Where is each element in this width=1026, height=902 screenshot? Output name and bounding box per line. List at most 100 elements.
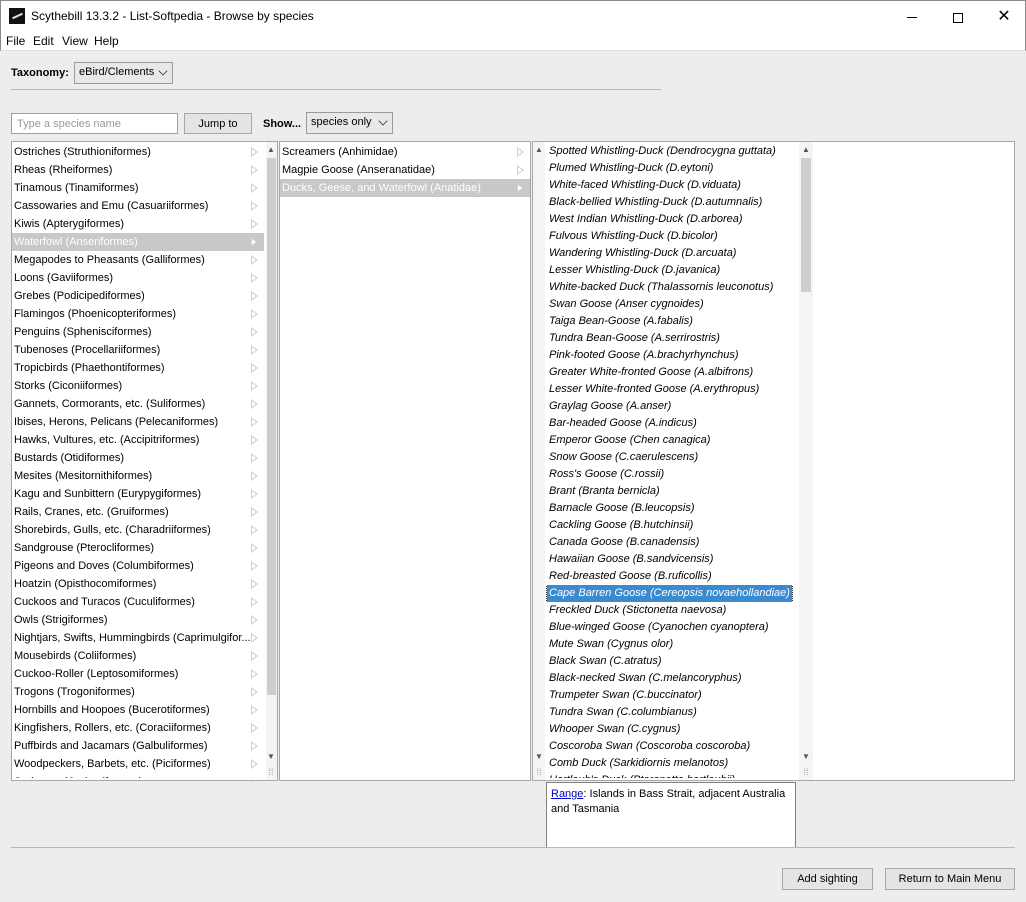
scroll-up-icon[interactable]: ▲ <box>801 145 811 155</box>
species-list-item[interactable]: Blue-winged Goose (Cyanochen cyanoptera) <box>546 619 798 636</box>
order-list-item[interactable]: Flamingos (Phoenicopteriformes) <box>12 305 264 323</box>
species-list-item[interactable]: Red-breasted Goose (B.ruficollis) <box>546 568 798 585</box>
return-main-menu-button[interactable]: Return to Main Menu <box>885 868 1015 890</box>
order-list-item[interactable]: Shorebirds, Gulls, etc. (Charadriiformes… <box>12 521 264 539</box>
close-button[interactable]: ✕ <box>981 1 1026 32</box>
scroll-up-icon[interactable]: ▲ <box>534 145 544 155</box>
family-list-item[interactable]: Ducks, Geese, and Waterfowl (Anatidae) <box>280 179 530 197</box>
add-sighting-button[interactable]: Add sighting <box>782 868 873 890</box>
scroll-down-icon[interactable]: ▼ <box>266 752 276 762</box>
order-list-item[interactable]: Sandgrouse (Pterocliformes) <box>12 539 264 557</box>
orders-list[interactable]: Ostriches (Struthioniformes) Rheas (Rheif… <box>12 142 264 778</box>
species-list-item[interactable]: Snow Goose (C.caerulescens) <box>546 449 798 466</box>
species-list-item[interactable]: Cape Barren Goose (Cereopsis novaehollan… <box>546 585 798 602</box>
species-list-item[interactable]: Fulvous Whistling-Duck (D.bicolor) <box>546 228 798 245</box>
species-list-item[interactable]: Taiga Bean-Goose (A.fabalis) <box>546 313 798 330</box>
maximize-button[interactable] <box>935 1 981 32</box>
species-scroll-thumb[interactable] <box>801 158 811 292</box>
order-list-item[interactable]: Gannets, Cormorants, etc. (Suliformes) <box>12 395 264 413</box>
species-list-item[interactable]: Black-bellied Whistling-Duck (D.autumnal… <box>546 194 798 211</box>
species-list-item[interactable]: Hawaiian Goose (B.sandvicensis) <box>546 551 798 568</box>
species-search-input[interactable] <box>11 113 178 134</box>
scroll-up-icon[interactable]: ▲ <box>266 145 276 155</box>
species-list-item[interactable]: Comb Duck (Sarkidiornis melanotos) <box>546 755 798 772</box>
jump-to-button[interactable]: Jump to <box>184 113 252 134</box>
order-list-item[interactable]: Penguins (Sphenisciformes) <box>12 323 264 341</box>
order-list-item[interactable]: Kingfishers, Rollers, etc. (Coraciiforme… <box>12 719 264 737</box>
order-list-item[interactable]: Hornbills and Hoopoes (Bucerotiformes) <box>12 701 264 719</box>
order-list-item[interactable]: Seriemas (Cariamiformes) <box>12 773 264 778</box>
species-list-item[interactable]: Ross's Goose (C.rossii) <box>546 466 798 483</box>
species-list-item[interactable]: Bar-headed Goose (A.indicus) <box>546 415 798 432</box>
species-list-item[interactable]: Black-necked Swan (C.melancoryphus) <box>546 670 798 687</box>
order-list-item[interactable]: Ibises, Herons, Pelicans (Pelecaniformes… <box>12 413 264 431</box>
order-list-item[interactable]: Tropicbirds (Phaethontiformes) <box>12 359 264 377</box>
species-list-item[interactable]: West Indian Whistling-Duck (D.arborea) <box>546 211 798 228</box>
order-list-item[interactable]: Bustards (Otidiformes) <box>12 449 264 467</box>
species-list[interactable]: Spotted Whistling-Duck (Dendrocygna gutt… <box>546 142 798 778</box>
species-list-item[interactable]: Hartlaub's Duck (Pteronetta hartlaubii) <box>546 772 798 778</box>
order-list-item[interactable]: Cuckoo-Roller (Leptosomiformes) <box>12 665 264 683</box>
orders-scroll-thumb[interactable] <box>267 158 276 695</box>
species-list-item[interactable]: Brant (Branta bernicla) <box>546 483 798 500</box>
species-left-scrollbar[interactable]: ▲ ▼ ⁞⁞ <box>533 142 545 780</box>
species-list-item[interactable]: Whooper Swan (C.cygnus) <box>546 721 798 738</box>
taxonomy-select[interactable]: eBird/Clements <box>74 62 173 84</box>
order-list-item[interactable]: Mesites (Mesitornithiformes) <box>12 467 264 485</box>
species-list-item[interactable]: Lesser Whistling-Duck (D.javanica) <box>546 262 798 279</box>
families-list[interactable]: Screamers (Anhimidae) Magpie Goose (Anser… <box>280 142 530 778</box>
order-list-item[interactable]: Nightjars, Swifts, Hummingbirds (Caprimu… <box>12 629 264 647</box>
species-list-item[interactable]: Canada Goose (B.canadensis) <box>546 534 798 551</box>
order-list-item[interactable]: Hoatzin (Opisthocomiformes) <box>12 575 264 593</box>
range-link[interactable]: Range <box>551 788 583 800</box>
order-list-item[interactable]: Puffbirds and Jacamars (Galbuliformes) <box>12 737 264 755</box>
species-list-item[interactable]: Mute Swan (Cygnus olor) <box>546 636 798 653</box>
order-list-item[interactable]: Kagu and Sunbittern (Eurypygiformes) <box>12 485 264 503</box>
species-list-item[interactable]: Wandering Whistling-Duck (D.arcuata) <box>546 245 798 262</box>
species-list-item[interactable]: Black Swan (C.atratus) <box>546 653 798 670</box>
order-list-item[interactable]: Owls (Strigiformes) <box>12 611 264 629</box>
order-list-item[interactable]: Grebes (Podicipediformes) <box>12 287 264 305</box>
family-list-item[interactable]: Magpie Goose (Anseranatidae) <box>280 161 530 179</box>
species-list-item[interactable]: Coscoroba Swan (Coscoroba coscoroba) <box>546 738 798 755</box>
scroll-down-icon[interactable]: ▼ <box>534 752 544 762</box>
order-list-item[interactable]: Megapodes to Pheasants (Galliformes) <box>12 251 264 269</box>
species-scrollbar[interactable]: ▲ ▼ ⁞⁞ <box>799 142 813 780</box>
orders-scrollbar[interactable]: ▲ ▼ ⁞⁞ <box>266 142 277 780</box>
species-list-item[interactable]: Tundra Swan (C.columbianus) <box>546 704 798 721</box>
order-list-item[interactable]: Waterfowl (Anseriformes) <box>12 233 264 251</box>
order-list-item[interactable]: Tinamous (Tinamiformes) <box>12 179 264 197</box>
order-list-item[interactable]: Ostriches (Struthioniformes) <box>12 143 264 161</box>
species-list-item[interactable]: Graylag Goose (A.anser) <box>546 398 798 415</box>
minimize-button[interactable] <box>889 1 935 32</box>
order-list-item[interactable]: Tubenoses (Procellariiformes) <box>12 341 264 359</box>
order-list-item[interactable]: Cuckoos and Turacos (Cuculiformes) <box>12 593 264 611</box>
order-list-item[interactable]: Pigeons and Doves (Columbiformes) <box>12 557 264 575</box>
order-list-item[interactable]: Storks (Ciconiiformes) <box>12 377 264 395</box>
order-list-item[interactable]: Loons (Gaviiformes) <box>12 269 264 287</box>
order-list-item[interactable]: Trogons (Trogoniformes) <box>12 683 264 701</box>
species-list-item[interactable]: Emperor Goose (Chen canagica) <box>546 432 798 449</box>
order-list-item[interactable]: Hawks, Vultures, etc. (Accipitriformes) <box>12 431 264 449</box>
show-select[interactable]: species only <box>306 112 393 134</box>
order-list-item[interactable]: Kiwis (Apterygiformes) <box>12 215 264 233</box>
menu-edit[interactable]: Edit <box>33 34 54 48</box>
species-list-item[interactable]: Pink-footed Goose (A.brachyrhynchus) <box>546 347 798 364</box>
family-list-item[interactable]: Screamers (Anhimidae) <box>280 143 530 161</box>
species-list-item[interactable]: White-faced Whistling-Duck (D.viduata) <box>546 177 798 194</box>
order-list-item[interactable]: Cassowaries and Emu (Casuariiformes) <box>12 197 264 215</box>
order-list-item[interactable]: Woodpeckers, Barbets, etc. (Piciformes) <box>12 755 264 773</box>
species-list-item[interactable]: Barnacle Goose (B.leucopsis) <box>546 500 798 517</box>
species-list-item[interactable]: Greater White-fronted Goose (A.albifrons… <box>546 364 798 381</box>
order-list-item[interactable]: Rails, Cranes, etc. (Gruiformes) <box>12 503 264 521</box>
menu-view[interactable]: View <box>62 34 88 48</box>
menu-help[interactable]: Help <box>94 34 119 48</box>
species-list-item[interactable]: Swan Goose (Anser cygnoides) <box>546 296 798 313</box>
species-list-item[interactable]: Lesser White-fronted Goose (A.erythropus… <box>546 381 798 398</box>
species-list-item[interactable]: Tundra Bean-Goose (A.serrirostris) <box>546 330 798 347</box>
species-list-item[interactable]: Trumpeter Swan (C.buccinator) <box>546 687 798 704</box>
species-list-item[interactable]: Freckled Duck (Stictonetta naevosa) <box>546 602 798 619</box>
species-list-item[interactable]: Cackling Goose (B.hutchinsii) <box>546 517 798 534</box>
menu-file[interactable]: File <box>6 34 25 48</box>
species-list-item[interactable]: Spotted Whistling-Duck (Dendrocygna gutt… <box>546 143 798 160</box>
